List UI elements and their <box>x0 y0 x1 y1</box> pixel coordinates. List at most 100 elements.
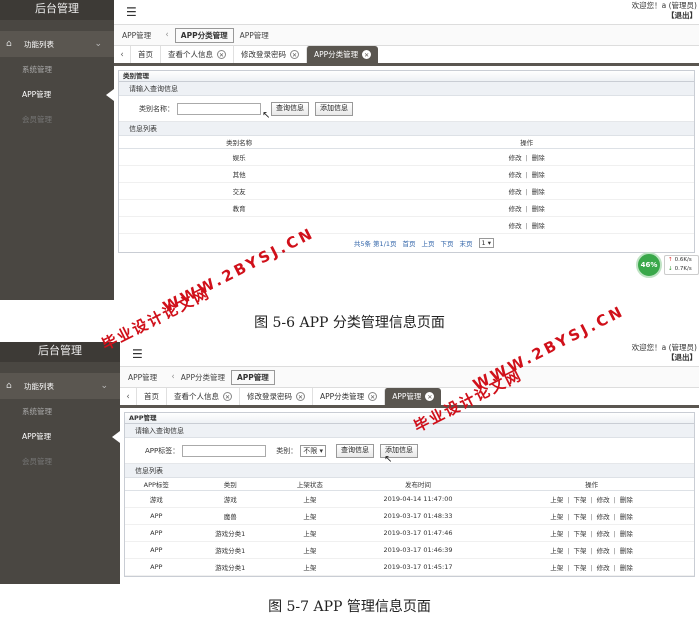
close-icon[interactable]: ✕ <box>290 50 299 59</box>
cell-type: 游戏分类1 <box>187 558 273 576</box>
tab-home[interactable]: 首页 <box>136 388 166 405</box>
arrow-down-icon: ↓ <box>668 266 673 272</box>
sidebar-item-app[interactable]: APP管理 <box>0 424 120 449</box>
close-icon[interactable]: ✕ <box>217 50 226 59</box>
down-link[interactable]: 下架 <box>573 530 586 538</box>
logout-link[interactable]: 【退出】 <box>632 11 697 21</box>
welcome-area: 欢迎您！a (管理员) 【退出】 <box>632 343 697 363</box>
breadcrumb-app[interactable]: APP管理 <box>120 372 165 383</box>
table-row: APP 魔兽 上架 2019-03-17 01:48:33 上架 | 下架 | 修改 | 删除 <box>125 507 694 525</box>
close-icon[interactable]: ✕ <box>362 50 372 59</box>
sidebar-item-system[interactable]: 系统管理 <box>0 399 120 424</box>
query-button[interactable]: 查询信息 <box>335 443 374 458</box>
op-separator: | <box>525 170 528 179</box>
up-link[interactable]: 上架 <box>550 564 563 572</box>
close-icon[interactable]: ✕ <box>296 392 305 401</box>
sidebar-item-member[interactable]: 会员管理 <box>0 449 120 474</box>
tab-app[interactable]: APP管理 ✕ <box>384 388 442 405</box>
edit-link[interactable]: 修改 <box>509 188 522 196</box>
network-speed-widget[interactable]: 46% ↑ 0.6K/s ↓ 0.7K/s <box>636 252 699 278</box>
add-button[interactable]: 添加信息 <box>315 101 353 116</box>
breadcrumb-app[interactable]: APP管理 <box>114 30 159 41</box>
tab-bar: ‹ 首页 查看个人信息 ✕ 修改登录密码 ✕ APP分类管理 ✕ APP管理 ✕ <box>120 388 699 408</box>
delete-link[interactable]: 删除 <box>620 564 633 572</box>
breadcrumb-app-2[interactable]: APP管理 <box>240 30 269 41</box>
delete-link[interactable]: 删除 <box>532 205 545 213</box>
chevron-left-icon[interactable]: ‹ <box>159 30 175 40</box>
menu-head-function-list[interactable]: ⌂ 功能列表 ⌄ <box>0 373 120 399</box>
page-select[interactable]: 1 ▾ <box>478 237 494 248</box>
cell-ops: 修改 | 删除 <box>359 182 694 200</box>
sidebar-item-member[interactable]: 会员管理 <box>0 107 114 132</box>
edit-link[interactable]: 修改 <box>597 547 610 555</box>
tab-category[interactable]: APP分类管理 ✕ <box>312 388 384 405</box>
edit-link[interactable]: 修改 <box>597 564 610 572</box>
column-header-ops: 操作 <box>489 478 694 491</box>
tab-category[interactable]: APP分类管理 ✕ <box>306 46 379 63</box>
tab-label: 查看个人信息 <box>174 392 219 401</box>
close-icon[interactable]: ✕ <box>368 392 378 401</box>
tab-label: 修改登录密码 <box>247 392 292 401</box>
up-link[interactable]: 上架 <box>550 496 563 504</box>
download-speed: 0.7K/s <box>674 266 692 272</box>
down-link[interactable]: 下架 <box>573 496 586 504</box>
tab-label: 首页 <box>144 392 159 401</box>
breadcrumb-category[interactable]: APP分类管理 <box>181 372 225 383</box>
app-tag-input[interactable] <box>182 444 267 457</box>
up-link[interactable]: 上架 <box>550 530 563 538</box>
close-icon[interactable]: ✕ <box>223 392 232 401</box>
edit-link[interactable]: 修改 <box>509 222 522 230</box>
tab-profile[interactable]: 查看个人信息 ✕ <box>160 46 233 63</box>
down-link[interactable]: 下架 <box>573 513 586 521</box>
edit-link[interactable]: 修改 <box>597 496 610 504</box>
tab-password[interactable]: 修改登录密码 ✕ <box>239 388 312 405</box>
edit-link[interactable]: 修改 <box>509 154 522 162</box>
column-header-status: 上架状态 <box>272 478 347 491</box>
breadcrumb-current[interactable]: APP管理 <box>230 369 275 385</box>
delete-link[interactable]: 删除 <box>620 530 633 538</box>
op-separator: | <box>525 221 528 230</box>
cell-time: 2019-03-17 01:47:46 <box>346 524 490 542</box>
logout-link[interactable]: 【退出】 <box>632 353 697 363</box>
delete-link[interactable]: 删除 <box>620 496 633 504</box>
breadcrumb-current[interactable]: APP分类管理 <box>174 27 234 43</box>
delete-link[interactable]: 删除 <box>532 188 545 196</box>
pager-next[interactable]: 下页 <box>441 238 454 248</box>
delete-link[interactable]: 删除 <box>620 547 633 555</box>
edit-link[interactable]: 修改 <box>597 513 610 521</box>
menu-head-function-list[interactable]: ⌂ 功能列表 ⌄ <box>0 31 114 57</box>
sidebar-item-app[interactable]: APP管理 <box>0 82 114 107</box>
tab-home[interactable]: 首页 <box>130 46 160 63</box>
tab-profile[interactable]: 查看个人信息 ✕ <box>166 388 239 405</box>
pager-last[interactable]: 末页 <box>460 238 473 248</box>
op-separator: | <box>590 495 593 504</box>
edit-link[interactable]: 修改 <box>509 171 522 179</box>
query-button[interactable]: 查询信息 <box>271 101 309 116</box>
sidebar-item-system[interactable]: 系统管理 <box>0 57 114 82</box>
up-link[interactable]: 上架 <box>550 547 563 555</box>
hamburger-icon[interactable]: ☰ <box>132 347 143 361</box>
delete-link[interactable]: 删除 <box>532 222 545 230</box>
down-link[interactable]: 下架 <box>573 564 586 572</box>
pager-first[interactable]: 首页 <box>403 238 416 248</box>
home-icon: ⌂ <box>6 39 12 49</box>
cell-type: 游戏分类1 <box>187 541 273 559</box>
delete-link[interactable]: 删除 <box>532 154 545 162</box>
delete-link[interactable]: 删除 <box>532 171 545 179</box>
close-icon[interactable]: ✕ <box>425 392 435 401</box>
mouse-cursor-icon: ↖ <box>262 110 271 121</box>
tab-password[interactable]: 修改登录密码 ✕ <box>233 46 306 63</box>
tab-scroll-left-icon[interactable]: ‹ <box>114 50 130 60</box>
category-name-input[interactable] <box>177 102 261 115</box>
up-link[interactable]: 上架 <box>550 513 563 521</box>
delete-link[interactable]: 删除 <box>620 513 633 521</box>
edit-link[interactable]: 修改 <box>597 530 610 538</box>
tab-scroll-left-icon[interactable]: ‹ <box>120 392 136 402</box>
pager-prev[interactable]: 上页 <box>422 238 435 248</box>
type-select[interactable]: 不限 ▾ <box>300 444 326 457</box>
hamburger-icon[interactable]: ☰ <box>126 5 137 19</box>
chevron-left-icon[interactable]: ‹ <box>165 372 181 382</box>
down-link[interactable]: 下架 <box>573 547 586 555</box>
op-separator: | <box>613 512 616 521</box>
edit-link[interactable]: 修改 <box>509 205 522 213</box>
